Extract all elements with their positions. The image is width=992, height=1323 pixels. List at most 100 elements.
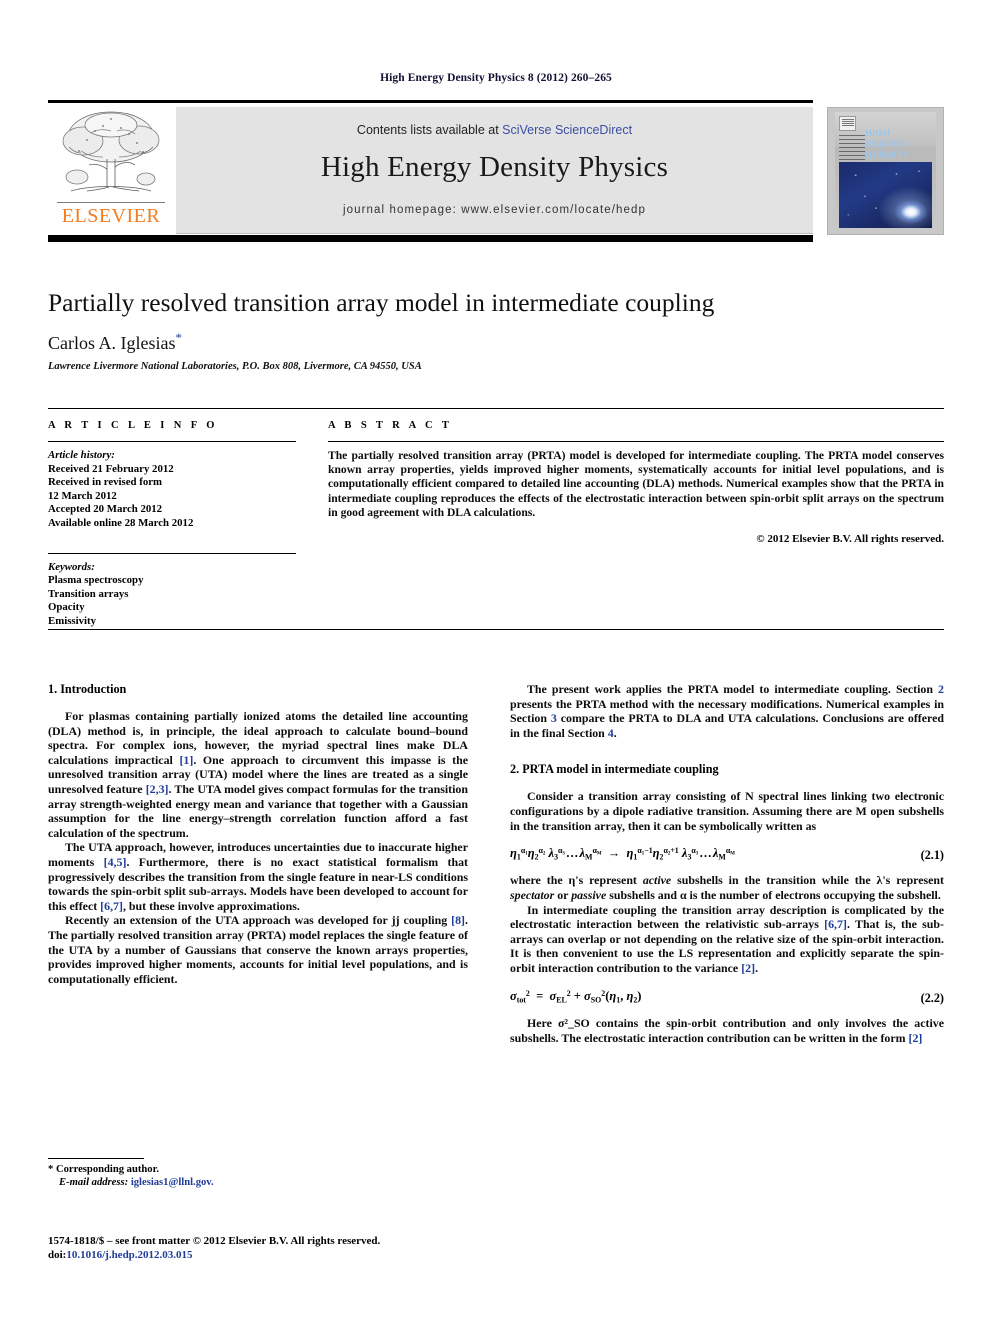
paragraph: Here σ²_SO contains the spin-orbit contr… (510, 1016, 944, 1045)
author-label: Carlos A. Iglesias (48, 333, 176, 353)
keywords-label: Keywords: (48, 560, 95, 573)
history-item: Received 21 February 2012 (48, 462, 174, 475)
elsevier-logo: ELSEVIER (51, 107, 171, 233)
paragraph: In intermediate coupling the transition … (510, 903, 944, 976)
elsevier-tree-icon (62, 111, 160, 192)
emphasis-text: active (642, 873, 672, 888)
section-heading-introduction: 1. Introduction (48, 682, 127, 696)
masthead-top-rule (48, 100, 813, 103)
paragraph-text: . (613, 725, 617, 740)
emphasis-text: spectator (510, 888, 555, 903)
paragraph: The present work applies the PRTA model … (510, 682, 944, 740)
cover-elsevier-icon (839, 116, 856, 131)
abstract-text: The partially resolved transition array … (328, 449, 944, 519)
keyword-item: Emissivity (48, 614, 96, 627)
paper-page: High Energy Density Physics 8 (2012) 260… (0, 0, 992, 1323)
abstract-heading: A B S T R A C T (328, 420, 453, 431)
history-item: Accepted 20 March 2012 (48, 503, 163, 516)
email-note: E-mail address: iglesias1@llnl.gov. (48, 1176, 468, 1189)
abstract-copyright: © 2012 Elsevier B.V. All rights reserved… (756, 533, 944, 546)
abstract-rule (328, 441, 944, 442)
history-item: Received in revised form (48, 476, 163, 489)
paragraph-text: where the η's represent (510, 873, 643, 888)
section-heading-prta-model: 2. PRTA model in intermediate coupling (510, 762, 719, 777)
paragraph: Recently an extension of the UTA approac… (48, 913, 468, 986)
doi-line: doi:10.1016/j.hedp.2012.03.015 (48, 1248, 518, 1262)
keywords-rule (48, 552, 296, 554)
citation-link[interactable]: [4,5] (104, 855, 127, 869)
footnote-rule (48, 1158, 144, 1159)
article-history: Article history: Received 21 February 20… (48, 449, 296, 531)
abstract-block-top-rule (48, 408, 944, 409)
equation-2-1-expression: η1α1η2α2 λ3α3 … λMαM → η1α1−1η2α2+1 λ3α3… (510, 846, 735, 862)
keyword-item: Transition arrays (48, 587, 129, 600)
paragraph: where the η's represent active subshells… (510, 873, 944, 902)
citation-link[interactable]: [6,7] (100, 899, 123, 913)
journal-homepage-link[interactable]: journal homepage: www.elsevier.com/locat… (176, 204, 813, 216)
contents-available-line: Contents lists available at SciVerse Sci… (176, 123, 813, 137)
journal-masthead: ELSEVIER Contents lists available at Sci… (48, 100, 944, 248)
email-link[interactable]: iglesias1@llnl.gov. (131, 1177, 214, 1188)
paragraph-text: . (755, 961, 759, 976)
email-label: E-mail address: (59, 1177, 129, 1189)
keyword-item: Plasma spectroscopy (48, 574, 144, 587)
paragraph-text: compare the PRTA to DLA and UTA calculat… (510, 711, 944, 740)
paragraph-text: or (554, 888, 572, 903)
issn-line: 1574-1818/$ – see front matter © 2012 El… (48, 1235, 381, 1247)
page-title: Partially resolved transition array mode… (48, 288, 715, 317)
cover-starfield-image (839, 162, 932, 228)
section-link[interactable]: 2 (938, 682, 944, 696)
author-name: Carlos A. Iglesias* (48, 330, 838, 354)
footnote: * Corresponding author. E-mail address: … (48, 1163, 468, 1190)
citation-link[interactable]: [1] (179, 753, 193, 767)
paragraph-text: , but these involve approximations. (122, 898, 300, 913)
doi-link[interactable]: 10.1016/j.hedp.2012.03.015 (66, 1249, 192, 1261)
article-info-heading: A R T I C L E I N F O (48, 420, 218, 431)
paragraph: The UTA approach, however, introduces un… (48, 840, 468, 913)
body-column-right: The present work applies the PRTA model … (510, 682, 944, 1045)
elsevier-logo-rule (57, 202, 165, 203)
corresponding-author-note: * Corresponding author. (48, 1163, 468, 1176)
history-item: Available online 28 March 2012 (48, 516, 194, 529)
paragraph-text: Here σ²_SO contains the spin-orbit contr… (510, 1015, 944, 1045)
doi-prefix: doi: (48, 1249, 67, 1261)
equation-2-2-number: (2.2) (920, 990, 944, 1005)
equation-2-1: η1α1η2α2 λ3α3 … λMαM → η1α1−1η2α2+1 λ3α3… (510, 846, 944, 863)
cover-editorial-text (839, 135, 865, 161)
journal-cover-thumbnail[interactable]: High Energy Density Physics (827, 107, 944, 235)
body-column-left: 1. Introduction For plasmas containing p… (48, 682, 468, 986)
footer-imprint: 1574-1818/$ – see front matter © 2012 El… (48, 1234, 518, 1262)
paragraph-text: Recently an extension of the UTA approac… (65, 913, 452, 928)
article-info-column: A R T I C L E I N F O Article history: R… (48, 420, 296, 629)
cover-inner: High Energy Density Physics (835, 112, 936, 232)
paragraph: For plasmas containing partially ionized… (48, 709, 468, 840)
citation-link[interactable]: [2] (741, 961, 755, 975)
article-history-label: Article history: (48, 449, 115, 461)
citation-link[interactable]: [2] (909, 1031, 923, 1045)
equation-2-1-number: (2.1) (920, 848, 944, 863)
paragraph-text: subshells and α is the number of electro… (606, 888, 941, 903)
keywords-section: Keywords: Plasma spectroscopy Transition… (48, 552, 296, 629)
masthead-panel: Contents lists available at SciVerse Sci… (176, 107, 813, 234)
keywords-list: Keywords: Plasma spectroscopy Transition… (48, 561, 296, 629)
corresponding-author-marker[interactable]: * (176, 330, 183, 345)
citation-link[interactable]: [8] (451, 913, 465, 927)
emphasis-text: passive (571, 888, 607, 903)
running-head: High Energy Density Physics 8 (2012) 260… (380, 72, 612, 84)
keyword-item: Opacity (48, 601, 85, 614)
paragraph-text: Consider a transition array consisting o… (510, 789, 944, 833)
paragraph: Consider a transition array consisting o… (510, 789, 944, 833)
history-item: 12 March 2012 (48, 489, 117, 502)
abstract-column: A B S T R A C T The partially resolved t… (328, 420, 944, 545)
citation-link[interactable]: [6,7] (824, 917, 847, 931)
affiliation: Lawrence Livermore National Laboratories… (48, 361, 422, 372)
equation-2-2: σtot2 = σEL2 + σSO2(η1, η2) (2.2) (510, 989, 944, 1005)
footnote-text: Corresponding author. (53, 1164, 159, 1175)
article-info-rule (48, 441, 296, 442)
journal-title: High Energy Density Physics (320, 151, 669, 183)
sciencedirect-link[interactable]: SciVerse ScienceDirect (502, 123, 632, 137)
paragraph-text: The present work applies the PRTA model … (527, 682, 939, 696)
abstract-block-bottom-rule (48, 629, 944, 630)
paragraph-text: subshells in the transition while the λ'… (671, 873, 945, 888)
citation-link[interactable]: [2,3] (146, 782, 169, 796)
